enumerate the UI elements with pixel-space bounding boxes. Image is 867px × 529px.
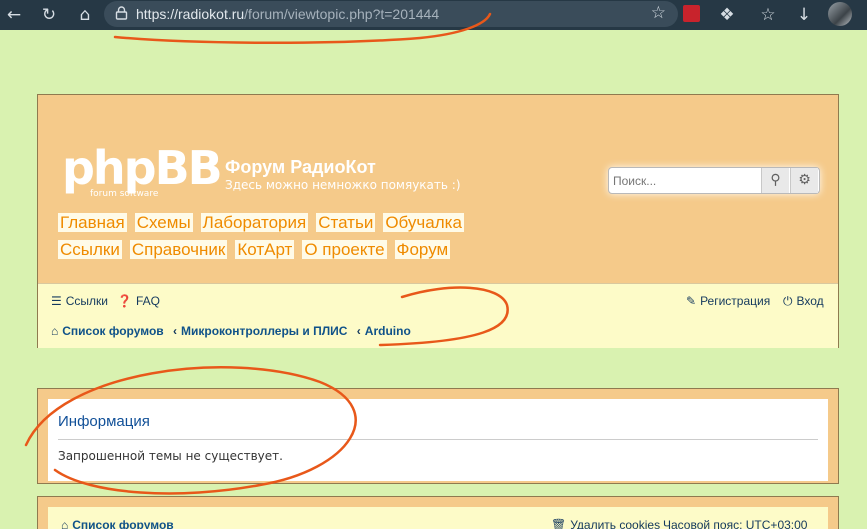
info-card: Информация Запрошенной темы не существуе… xyxy=(48,399,828,481)
profile-avatar[interactable] xyxy=(828,2,852,26)
forum-navbar: ☰ Ссылки ❓ FAQ ✎ Регистрация ⏻ Вход ⌂ Список … xyxy=(38,283,838,348)
register-label: Регистрация xyxy=(700,294,771,308)
faq-label: FAQ xyxy=(135,294,160,308)
breadcrumb: ⌂ Список форумов ‹ Микроконтроллеры и ПЛИС… xyxy=(51,324,411,338)
site-title: Форум РадиоКот xyxy=(225,157,376,177)
delete-cookies-link[interactable]: 🗑 Удалить cookies xyxy=(551,518,660,529)
nav-link-kotart[interactable]: КотАрт xyxy=(235,240,295,259)
url-text: https://radiokot.ru/forum/viewtopic.php?… xyxy=(136,6,439,22)
nav-link-learning[interactable]: Обучалка xyxy=(383,213,464,232)
question-icon: ❓ xyxy=(117,294,132,308)
login-link[interactable]: ⏻ Вход xyxy=(783,294,824,309)
footer-board-index-label: Список форумов xyxy=(72,518,174,529)
info-title: Информация xyxy=(58,413,150,430)
faq-link[interactable]: ❓ FAQ xyxy=(117,294,160,308)
address-bar[interactable]: https://radiokot.ru/forum/viewtopic.php?… xyxy=(104,1,678,27)
nav-link-articles[interactable]: Статьи xyxy=(316,213,376,232)
back-icon[interactable]: ← xyxy=(2,3,26,27)
menu-icon: ☰ xyxy=(51,294,62,308)
footer-navbar: ⌂ Список форумов 🗑 Удалить cookies Часовой… xyxy=(48,507,828,529)
footer-panel: ⌂ Список форумов 🗑 Удалить cookies Часовой… xyxy=(37,496,839,529)
nav-link-about[interactable]: О проекте xyxy=(302,240,387,259)
chevron-left-icon: ‹ xyxy=(356,324,361,338)
favorites-icon[interactable]: ☆ xyxy=(756,3,780,27)
nav-link-schemes[interactable]: Схемы xyxy=(134,213,193,232)
nav-link-lab[interactable]: Лаборатория xyxy=(200,213,309,232)
nav-link-links[interactable]: Ссылки xyxy=(58,240,122,259)
breadcrumb-arduino[interactable]: Arduino xyxy=(365,324,411,338)
timezone-text: Часовой пояс: UTC+03:00 xyxy=(663,518,808,529)
search-box: ⚲ ⚙ xyxy=(608,167,820,194)
home-icon: ⌂ xyxy=(61,518,69,529)
extensions-puzzle-icon[interactable]: ❖ xyxy=(715,3,739,27)
info-message: Запрошенной темы не существует. xyxy=(58,449,283,463)
reload-icon[interactable]: ↻ xyxy=(37,3,61,27)
main-nav-row-1: Главная Схемы Лаборатория Статьи Обучалка xyxy=(58,213,472,233)
search-input[interactable] xyxy=(610,169,760,192)
url-host: https://radiokot.ru xyxy=(136,6,245,22)
main-nav-row-2: Ссылки Справочник КотАрт О проекте Форум xyxy=(58,240,458,260)
bookmark-star-icon[interactable]: ☆ xyxy=(651,3,666,23)
footer-board-index[interactable]: ⌂ Список форумов xyxy=(61,518,174,529)
breadcrumb-board-index[interactable]: Список форумов xyxy=(62,324,163,338)
breadcrumb-microcontrollers[interactable]: Микроконтроллеры и ПЛИС xyxy=(181,324,347,338)
download-icon[interactable]: ↓ xyxy=(792,3,816,27)
logo-main-text: phpBB xyxy=(62,141,223,195)
site-description: Здесь можно немножко помяукать :) xyxy=(225,178,461,192)
power-icon: ⏻ xyxy=(783,294,793,308)
gear-icon[interactable]: ⚙ xyxy=(790,168,818,193)
browser-toolbar: ← ↻ ⌂ https://radiokot.ru/forum/viewtopi… xyxy=(0,0,867,30)
forum-header: phpBB forum software Форум РадиоКот Здес… xyxy=(37,94,839,348)
lock-icon xyxy=(115,6,128,20)
home-icon[interactable]: ⌂ xyxy=(73,3,97,27)
home-icon: ⌂ xyxy=(51,324,59,338)
extension-icon[interactable] xyxy=(683,5,700,22)
info-panel: Информация Запрошенной темы не существуе… xyxy=(37,388,839,484)
delete-cookies-label: Удалить cookies xyxy=(570,518,661,529)
quick-links-label: Ссылки xyxy=(65,294,109,308)
login-label: Вход xyxy=(796,294,824,308)
nav-link-forum[interactable]: Форум xyxy=(394,240,451,259)
nav-link-reference[interactable]: Справочник xyxy=(129,240,228,259)
register-link[interactable]: ✎ Регистрация xyxy=(686,294,770,308)
chevron-left-icon: ‹ xyxy=(173,324,178,338)
phpbb-logo[interactable]: phpBB forum software xyxy=(62,141,223,203)
quick-links[interactable]: ☰ Ссылки xyxy=(51,294,108,308)
search-icon[interactable]: ⚲ xyxy=(761,168,789,193)
trash-icon: 🗑 xyxy=(551,518,567,529)
edit-icon: ✎ xyxy=(686,294,697,308)
logo-sub-text: forum software xyxy=(90,189,159,199)
divider xyxy=(58,439,818,440)
nav-link-home[interactable]: Главная xyxy=(58,213,127,232)
url-path: /forum/viewtopic.php?t=201444 xyxy=(244,6,440,22)
